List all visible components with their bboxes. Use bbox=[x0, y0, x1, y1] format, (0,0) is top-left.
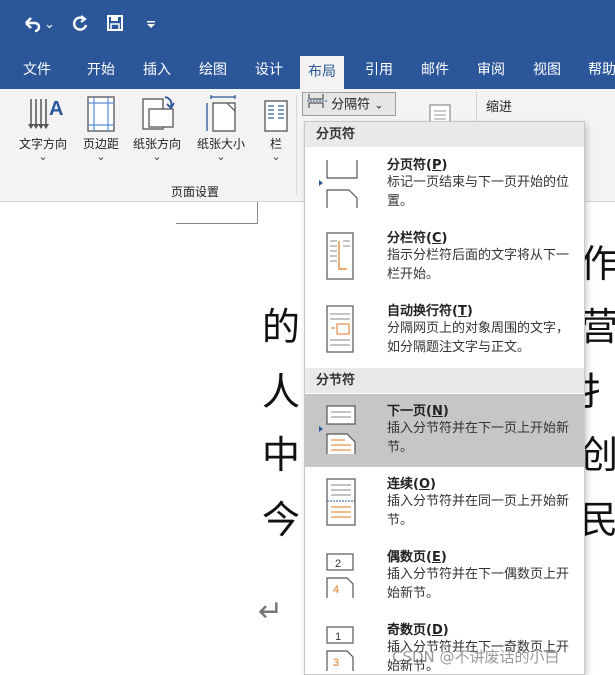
orientation-label: 纸张方向 bbox=[132, 137, 181, 151]
tab-review[interactable]: 审阅 bbox=[477, 52, 505, 89]
tab-draw[interactable]: 绘图 bbox=[199, 52, 227, 89]
size-button[interactable]: 纸张大小 ⌄ bbox=[190, 89, 252, 173]
tab-insert[interactable]: 插入 bbox=[143, 52, 171, 89]
svg-text:A: A bbox=[49, 98, 63, 120]
doc-char: 人 bbox=[262, 370, 301, 414]
doc-char: 的 bbox=[262, 305, 301, 349]
menu-item-title: 偶数页(E) bbox=[387, 550, 447, 565]
margins-icon bbox=[78, 89, 124, 133]
doc-char: 创 bbox=[580, 433, 615, 477]
chevron-down-icon: ⌄ bbox=[152, 150, 162, 163]
text-direction-label: 文字方向 bbox=[18, 137, 67, 151]
undo-icon[interactable] bbox=[22, 14, 42, 34]
watermark: CSDN @不讲废话的小白 bbox=[392, 648, 560, 666]
tab-layout[interactable]: 布局 bbox=[300, 56, 344, 89]
tab-mailings[interactable]: 邮件 bbox=[421, 52, 449, 89]
menu-item-description: 分隔网页上的对象周围的文字，如分隔题注文字与正文。 bbox=[387, 321, 570, 355]
menu-item-title: 连续(O) bbox=[387, 477, 436, 492]
menu-item-title: 分栏符(C) bbox=[387, 231, 448, 246]
chevron-down-icon: ⌄ bbox=[271, 150, 281, 163]
menu-item-description: 插入分节符并在下一页上开始新节。 bbox=[387, 421, 570, 455]
title-bar: ⌄ bbox=[0, 0, 615, 52]
menu-item-column-break[interactable]: 分栏符(C) 指示分栏符后面的文字将从下一栏开始。 bbox=[305, 221, 584, 294]
odd-page-icon: 13 bbox=[319, 623, 359, 674]
size-label: 纸张大小 bbox=[196, 137, 245, 151]
doc-char: 营 bbox=[580, 305, 615, 349]
continuous-icon bbox=[319, 477, 359, 529]
group-separator bbox=[296, 95, 297, 195]
doc-char: 民 bbox=[580, 498, 615, 542]
breaks-label: 分隔符 bbox=[331, 97, 371, 113]
page-setup-group-label: 页面设置 bbox=[170, 185, 219, 199]
section-header-section-breaks: 分节符 bbox=[305, 368, 584, 393]
columns-button[interactable]: 栏 ⌄ bbox=[262, 89, 290, 173]
save-icon[interactable] bbox=[106, 14, 124, 32]
doc-char: 扌 bbox=[580, 370, 615, 414]
tab-design[interactable]: 设计 bbox=[255, 52, 283, 89]
margins-label: 页边距 bbox=[82, 137, 119, 151]
doc-char: 作 bbox=[580, 242, 615, 286]
menu-item-even-page[interactable]: 24 偶数页(E) 插入分节符并在下一偶数页上开始新节。 bbox=[305, 540, 584, 613]
tab-references[interactable]: 引用 bbox=[365, 52, 393, 89]
undo-dropdown-icon[interactable]: ⌄ bbox=[44, 15, 55, 35]
orientation-icon bbox=[127, 89, 187, 133]
menu-item-page-break[interactable]: 分页符(P) 标记一页结束与下一页开始的位置。 bbox=[305, 148, 584, 221]
columns-label: 栏 bbox=[269, 137, 282, 151]
doc-char: 今 bbox=[262, 498, 301, 542]
breaks-menu: 分页符 分页符(P) 标记一页结束与下一页开始的位置。 分栏符(C) 指示分栏符… bbox=[304, 121, 585, 675]
text-direction-button[interactable]: A 文字方向 ⌄ bbox=[12, 89, 74, 173]
chevron-down-icon: ⌄ bbox=[374, 98, 384, 112]
tab-view[interactable]: 视图 bbox=[533, 52, 561, 89]
menu-item-text-wrapping[interactable]: 自动换行符(T) 分隔网页上的对象周围的文字，如分隔题注文字与正文。 bbox=[305, 294, 584, 367]
paragraph-return-mark: ↵ bbox=[258, 594, 284, 629]
menu-item-description: 标记一页结束与下一页开始的位置。 bbox=[387, 175, 570, 209]
tab-home[interactable]: 开始 bbox=[87, 52, 115, 89]
menu-item-description: 插入分节符并在下一偶数页上开始新节。 bbox=[387, 567, 570, 601]
margin-corner-mark bbox=[176, 202, 258, 224]
svg-text:1: 1 bbox=[335, 631, 341, 643]
next-page-icon bbox=[319, 404, 359, 456]
menu-item-next-page[interactable]: 下一页(N) 插入分节符并在下一页上开始新节。 bbox=[305, 394, 584, 467]
menu-item-description: 插入分节符并在同一页上开始新节。 bbox=[387, 494, 570, 528]
chevron-down-icon: ⌄ bbox=[96, 150, 106, 163]
orientation-button[interactable]: 纸张方向 ⌄ bbox=[127, 89, 187, 173]
menu-item-title: 分页符(P) bbox=[387, 158, 448, 173]
paper-size-icon bbox=[190, 89, 252, 133]
ribbon-tabs: 文件 开始 插入 绘图 设计 布局 引用 邮件 审阅 视图 帮助 bbox=[0, 52, 615, 89]
menu-item-title: 下一页(N) bbox=[387, 404, 449, 419]
doc-char: 中 bbox=[262, 433, 301, 477]
svg-text:3: 3 bbox=[333, 657, 339, 669]
menu-item-title: 自动换行符(T) bbox=[387, 304, 473, 319]
menu-item-continuous[interactable]: 连续(O) 插入分节符并在同一页上开始新节。 bbox=[305, 467, 584, 540]
redo-icon[interactable] bbox=[70, 14, 90, 34]
even-page-icon: 24 bbox=[319, 550, 359, 602]
tab-file[interactable]: 文件 bbox=[23, 52, 51, 89]
svg-text:4: 4 bbox=[333, 584, 339, 596]
columns-icon bbox=[262, 89, 290, 133]
tab-help[interactable]: 帮助 bbox=[588, 52, 615, 89]
text-wrapping-icon bbox=[319, 304, 359, 356]
breaks-icon bbox=[307, 93, 327, 117]
customize-icon[interactable] bbox=[146, 20, 156, 30]
chevron-down-icon: ⌄ bbox=[38, 150, 48, 163]
svg-text:2: 2 bbox=[335, 558, 341, 570]
ribbon-divider bbox=[476, 92, 477, 122]
menu-item-description: 指示分栏符后面的文字将从下一栏开始。 bbox=[387, 248, 570, 282]
column-break-icon bbox=[319, 231, 359, 283]
text-direction-icon: A bbox=[12, 89, 74, 133]
breaks-button[interactable]: 分隔符 ⌄ bbox=[302, 92, 396, 116]
indent-label: 缩进 bbox=[486, 100, 513, 115]
chevron-down-icon: ⌄ bbox=[216, 150, 226, 163]
page-break-icon bbox=[319, 158, 359, 210]
menu-item-title: 奇数页(D) bbox=[387, 623, 449, 638]
margins-button[interactable]: 页边距 ⌄ bbox=[78, 89, 124, 173]
section-header-page-breaks: 分页符 bbox=[305, 122, 584, 147]
